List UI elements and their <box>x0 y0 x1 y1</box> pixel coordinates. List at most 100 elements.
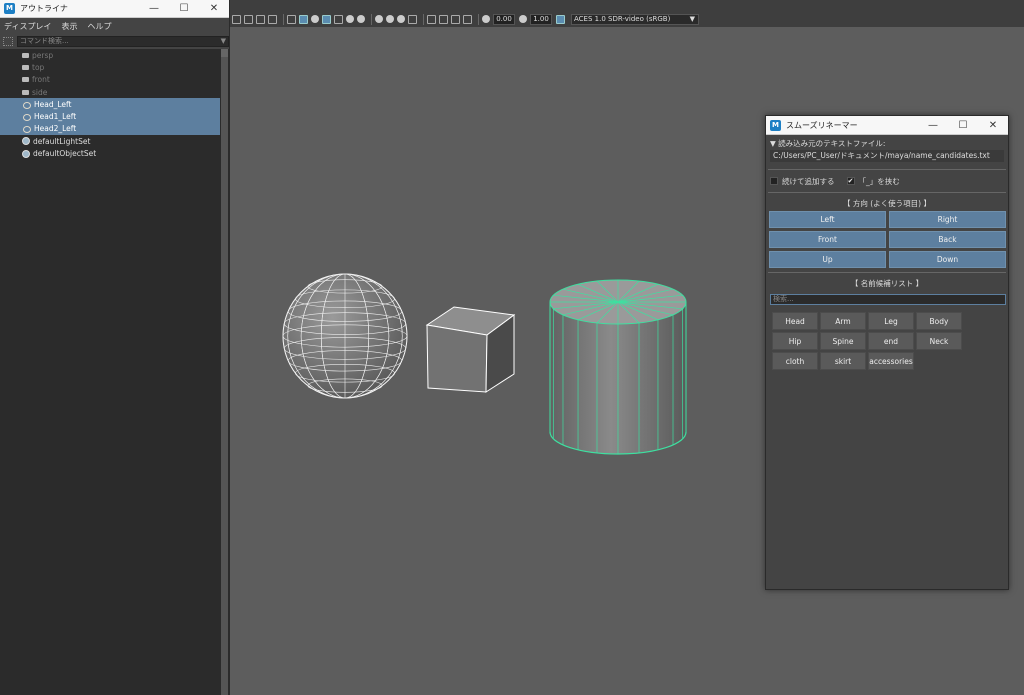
candidate-skirt-button[interactable]: skirt <box>820 352 866 370</box>
tree-item-side[interactable]: side <box>0 86 220 98</box>
menu-display[interactable]: ディスプレイ <box>4 21 51 32</box>
candidate-search-input[interactable]: 検索... <box>770 294 1006 305</box>
direction-down-button[interactable]: Down <box>889 251 1006 268</box>
toolbar-divider <box>423 13 424 25</box>
source-file-header[interactable]: ▼ 読み込み元のテキストファイル: <box>766 137 1008 150</box>
outliner-tree: persp top front side Head_Left Head1_Lef… <box>0 49 220 160</box>
tree-item-head2-left[interactable]: Head2_Left <box>0 122 220 136</box>
chevron-down-icon[interactable]: ▼ <box>221 37 226 46</box>
maya-app-icon: M <box>770 119 781 131</box>
set-icon <box>22 149 30 158</box>
sphere-object[interactable] <box>282 273 408 399</box>
lights-icon[interactable] <box>346 15 354 23</box>
xray-joints-icon[interactable] <box>451 14 460 24</box>
divider <box>768 192 1006 193</box>
candidate-arm-button[interactable]: Arm <box>820 312 866 330</box>
minimize-icon[interactable]: — <box>139 0 169 18</box>
film-gate-icon[interactable] <box>244 14 253 24</box>
maya-app-icon: M <box>4 3 15 14</box>
direction-front-button[interactable]: Front <box>769 231 886 248</box>
direction-up-button[interactable]: Up <box>769 251 886 268</box>
outliner-window: M アウトライナ — ☐ ✕ ディスプレイ 表示 ヘルプ コマンド検索... ▼… <box>0 0 230 695</box>
minimize-icon[interactable]: — <box>918 116 948 134</box>
cylinder-object[interactable] <box>549 279 687 455</box>
candidate-cloth-button[interactable]: cloth <box>772 352 818 370</box>
anti-aliasing-icon[interactable] <box>397 15 405 23</box>
tree-item-label: defaultObjectSet <box>33 149 97 159</box>
maximize-icon[interactable]: ☐ <box>169 0 199 18</box>
candidate-end-button[interactable]: end <box>868 332 914 350</box>
candidate-head-button[interactable]: Head <box>772 312 818 330</box>
candidate-spine-button[interactable]: Spine <box>820 332 866 350</box>
exposure-icon[interactable] <box>482 15 490 23</box>
append-checkbox[interactable] <box>770 177 778 185</box>
gamma-field[interactable]: 1.00 <box>530 13 552 25</box>
textured-icon[interactable] <box>334 14 343 24</box>
candidate-body-button[interactable]: Body <box>916 312 962 330</box>
cube-object[interactable] <box>425 306 516 393</box>
menu-show[interactable]: 表示 <box>61 21 77 32</box>
renamer-titlebar[interactable]: M スムーズリネーマー — ☐ ✕ <box>766 116 1008 135</box>
view-transform-dropdown[interactable]: ACES 1.0 SDR-video (sRGB) ▼ <box>571 13 699 25</box>
underscore-label: 「_」を挟む <box>858 176 900 186</box>
close-icon[interactable]: ✕ <box>199 0 229 18</box>
underscore-checkbox[interactable]: ✔ <box>846 177 855 185</box>
default-material-icon[interactable] <box>311 15 319 23</box>
color-management-icon[interactable] <box>556 14 565 24</box>
exposure-field[interactable]: 0.00 <box>493 13 515 25</box>
file-path-field[interactable]: C:/Users/PC_User/ドキュメント/maya/name_candid… <box>770 150 1004 162</box>
candidate-neck-button[interactable]: Neck <box>916 332 962 350</box>
depth-of-field-icon[interactable] <box>408 14 417 24</box>
candidate-leg-button[interactable]: Leg <box>868 312 914 330</box>
candidate-header: 【 名前候補リスト 】 <box>850 279 924 288</box>
smooth-shade-icon[interactable] <box>299 14 308 24</box>
outliner-scrollbar[interactable] <box>221 49 228 695</box>
tree-item-persp[interactable]: persp <box>0 49 220 61</box>
tree-item-label: Head1_Left <box>34 112 77 122</box>
tree-item-head1-left[interactable]: Head1_Left <box>0 110 220 123</box>
safe-area-icon[interactable] <box>268 14 277 24</box>
tree-item-top[interactable]: top <box>0 61 220 73</box>
menu-help[interactable]: ヘルプ <box>87 21 111 32</box>
options-row: 続けて追加する ✔ 「_」を挟む <box>766 174 1008 188</box>
resolution-gate-icon[interactable] <box>256 14 265 24</box>
candidate-accessories-button[interactable]: accessories <box>868 352 914 370</box>
command-search-placeholder: コマンド検索... <box>20 37 69 45</box>
camera-icon <box>22 64 29 70</box>
xray-icon[interactable] <box>439 14 448 24</box>
gamma-icon[interactable] <box>519 15 527 23</box>
append-label: 続けて追加する <box>782 176 835 186</box>
toolbar-divider <box>283 13 284 25</box>
command-search-input[interactable]: コマンド検索... ▼ <box>17 36 229 47</box>
direction-left-button[interactable]: Left <box>769 211 886 228</box>
motion-blur-icon[interactable] <box>386 15 394 23</box>
underscore-option[interactable]: ✔ 「_」を挟む <box>846 176 900 187</box>
viewport-panel-menu-strip <box>230 0 1024 11</box>
grid-icon[interactable] <box>232 14 241 24</box>
wireframe-on-shaded-icon[interactable] <box>322 14 331 24</box>
direction-right-button[interactable]: Right <box>889 211 1006 228</box>
drag-handle-icon[interactable] <box>3 37 13 46</box>
shadows-icon[interactable] <box>357 15 365 23</box>
tree-item-front[interactable]: front <box>0 74 220 86</box>
xray-components-icon[interactable] <box>463 14 472 24</box>
tree-item-default-object-set[interactable]: defaultObjectSet <box>0 147 220 159</box>
outliner-titlebar[interactable]: M アウトライナ — ☐ ✕ <box>0 0 229 18</box>
candidate-hip-button[interactable]: Hip <box>772 332 818 350</box>
close-icon[interactable]: ✕ <box>978 116 1008 134</box>
wireframe-icon[interactable] <box>287 14 296 24</box>
tree-item-label: Head2_Left <box>34 124 77 134</box>
direction-back-button[interactable]: Back <box>889 231 1006 248</box>
isolate-select-icon[interactable] <box>427 14 436 24</box>
tree-item-head-left[interactable]: Head_Left <box>0 98 220 111</box>
screen-space-ao-icon[interactable] <box>375 15 383 23</box>
transform-icon <box>22 101 31 109</box>
append-option[interactable]: 続けて追加する <box>770 176 835 187</box>
direction-header: 【 方向 (よく使う項目) 】 <box>842 199 931 208</box>
toolbar-divider <box>478 13 479 25</box>
tree-item-label: persp <box>32 50 54 60</box>
maximize-icon[interactable]: ☐ <box>948 116 978 134</box>
toolbar-divider <box>371 13 372 25</box>
tree-item-default-light-set[interactable]: defaultLightSet <box>0 135 220 147</box>
smooth-renamer-window: M スムーズリネーマー — ☐ ✕ ▼ 読み込み元のテキストファイル: C:/U… <box>765 115 1009 590</box>
